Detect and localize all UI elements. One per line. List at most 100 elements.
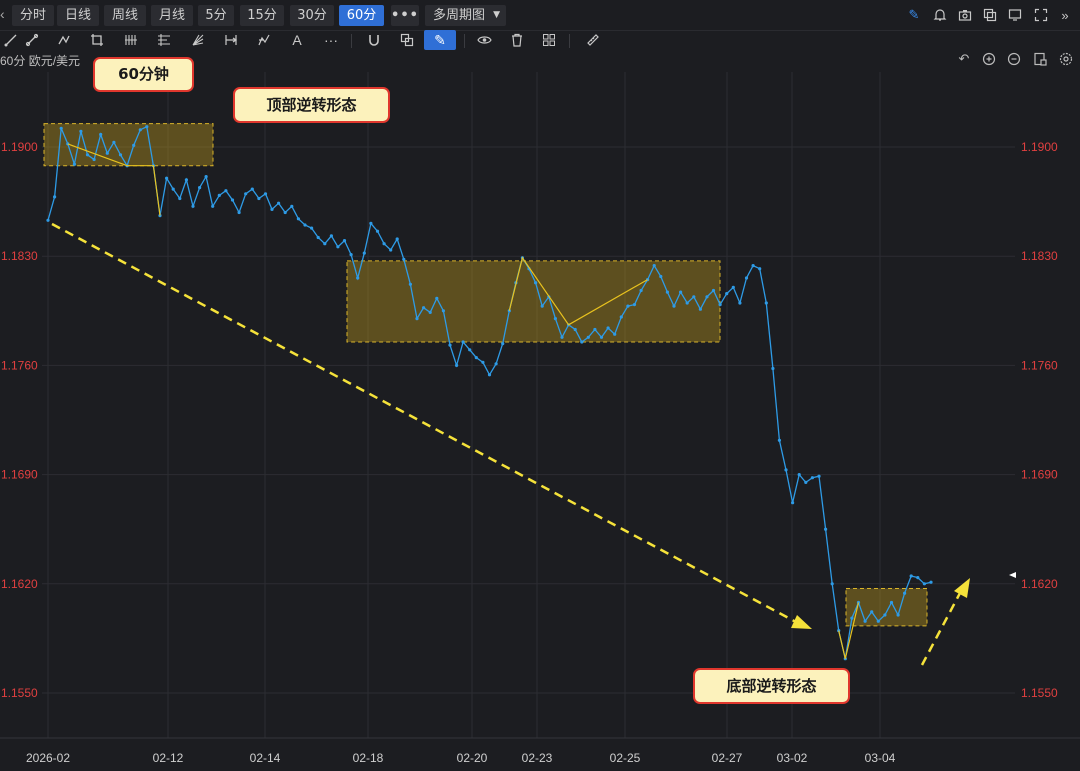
price-point	[685, 301, 689, 305]
price-point	[85, 153, 90, 157]
price-point	[224, 189, 228, 193]
price-point	[448, 343, 452, 347]
price-point	[659, 274, 663, 279]
price-point	[455, 363, 459, 367]
y-tick-label-left: 1.1830	[1, 249, 38, 263]
chart-grid	[0, 72, 1080, 739]
price-point	[903, 591, 907, 595]
y-tick-label-left: 1.1550	[1, 686, 38, 700]
price-point	[784, 468, 788, 472]
y-tick-label-left: 1.1760	[1, 358, 38, 372]
price-point	[250, 187, 254, 191]
price-point	[59, 126, 63, 130]
price-point	[705, 295, 709, 299]
price-point	[441, 309, 445, 313]
price-point	[679, 290, 683, 294]
price-point	[929, 580, 933, 584]
y-tick-label-right: 1.1760	[1021, 358, 1058, 372]
price-point	[810, 476, 815, 480]
price-point	[474, 356, 478, 360]
price-point	[540, 304, 544, 308]
price-point	[744, 276, 749, 280]
price-point	[534, 281, 538, 285]
price-point	[883, 613, 887, 617]
price-line	[47, 125, 932, 659]
x-tick-label: 02-20	[457, 751, 488, 765]
price-point	[178, 196, 182, 201]
price-point	[553, 317, 558, 321]
x-axis: 2026-02 02-12 02-14 02-18 02-20 02-23 02-25 02-…	[26, 751, 896, 765]
y-axis-right: 1.1900 1.1830 1.1760 1.1690 1.1620 1.1550	[1021, 140, 1058, 700]
price-point	[560, 335, 564, 339]
price-point	[487, 373, 492, 377]
timeframe-callout: 60分钟	[93, 57, 194, 92]
price-point	[92, 157, 96, 162]
price-point	[362, 251, 366, 255]
price-point	[395, 237, 399, 241]
price-point	[468, 348, 472, 352]
price-point	[402, 257, 406, 261]
price-point	[336, 245, 340, 249]
uptrend-arrowhead	[954, 578, 970, 598]
price-point	[481, 360, 485, 364]
price-point	[356, 276, 360, 280]
price-point	[863, 619, 867, 623]
price-point	[501, 342, 505, 346]
top-reversal-callout: 顶部逆转形态	[233, 87, 390, 123]
price-point	[711, 288, 716, 293]
price-point	[118, 153, 123, 157]
downtrend-arrowhead	[791, 615, 812, 629]
price-point	[751, 264, 755, 268]
x-tick-label: 02-12	[153, 751, 184, 765]
price-point	[217, 193, 221, 197]
price-point	[718, 303, 722, 307]
price-point	[435, 296, 439, 300]
y-axis-left: 1.1900 1.1830 1.1760 1.1690 1.1620 1.1550	[1, 140, 38, 700]
price-point	[323, 242, 327, 246]
y-tick-label-right: 1.1830	[1021, 249, 1058, 263]
price-point	[270, 207, 274, 211]
price-point	[613, 332, 617, 336]
price-point	[79, 129, 83, 133]
price-point	[665, 290, 670, 294]
y-tick-label-right: 1.1620	[1021, 577, 1058, 591]
price-chart[interactable]: 1.1900 1.1830 1.1760 1.1690 1.1620 1.1550 1.1…	[0, 0, 1080, 771]
price-point	[428, 310, 432, 314]
price-point	[593, 327, 597, 332]
price-point	[797, 473, 801, 477]
price-point	[632, 303, 637, 307]
price-point	[310, 226, 314, 230]
price-point	[619, 315, 623, 319]
price-point	[652, 264, 656, 268]
price-point	[138, 128, 142, 132]
price-point	[296, 217, 300, 221]
bottom-reversal-callout: 底部逆转形态	[693, 668, 850, 704]
price-point	[817, 474, 821, 478]
price-point	[876, 619, 880, 623]
price-point	[830, 582, 834, 586]
price-point	[369, 221, 373, 225]
price-line-layer	[46, 125, 933, 661]
price-point	[494, 362, 498, 366]
price-point	[606, 326, 610, 330]
price-point	[198, 186, 202, 190]
price-point	[626, 304, 630, 308]
price-point	[698, 307, 703, 311]
price-point	[230, 198, 235, 202]
price-point	[672, 304, 676, 308]
price-point	[105, 151, 109, 155]
price-point	[764, 301, 768, 305]
price-point	[237, 210, 241, 215]
price-point	[573, 327, 577, 332]
y-tick-label-left: 1.1900	[1, 140, 38, 154]
price-point	[132, 143, 136, 147]
price-point	[586, 335, 590, 339]
y-tick-label-left: 1.1620	[1, 577, 38, 591]
price-point	[211, 204, 215, 208]
price-point	[244, 192, 248, 196]
x-tick-label: 03-02	[777, 751, 808, 765]
price-point	[72, 162, 76, 166]
price-point	[889, 600, 894, 605]
price-point	[277, 201, 281, 205]
price-point	[342, 239, 347, 243]
